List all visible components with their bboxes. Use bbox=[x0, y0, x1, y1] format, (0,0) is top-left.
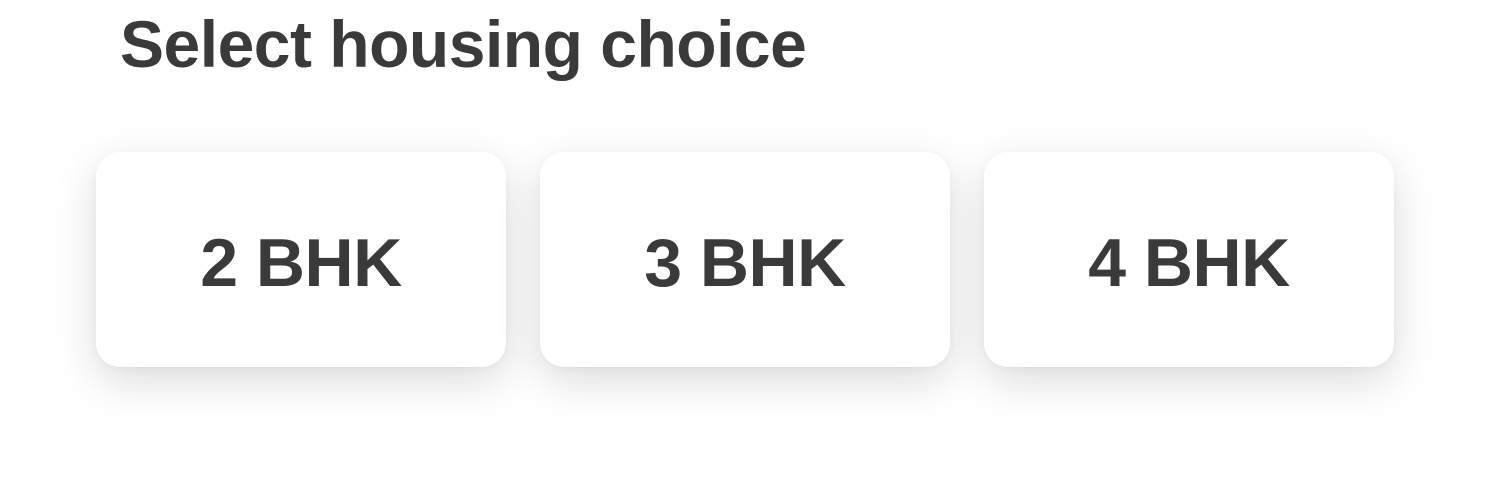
housing-options: 2 BHK 3 BHK 4 BHK bbox=[96, 152, 1394, 367]
housing-selection-screen: Select housing choice 2 BHK 3 BHK 4 BHK bbox=[0, 0, 1491, 480]
option-3bhk-button[interactable]: 3 BHK bbox=[540, 152, 950, 367]
option-4bhk-button[interactable]: 4 BHK bbox=[984, 152, 1394, 367]
option-label: 3 BHK bbox=[644, 224, 846, 301]
option-2bhk-button[interactable]: 2 BHK bbox=[96, 152, 506, 367]
page-title: Select housing choice bbox=[120, 7, 807, 81]
option-label: 2 BHK bbox=[200, 224, 402, 301]
option-label: 4 BHK bbox=[1088, 224, 1290, 301]
